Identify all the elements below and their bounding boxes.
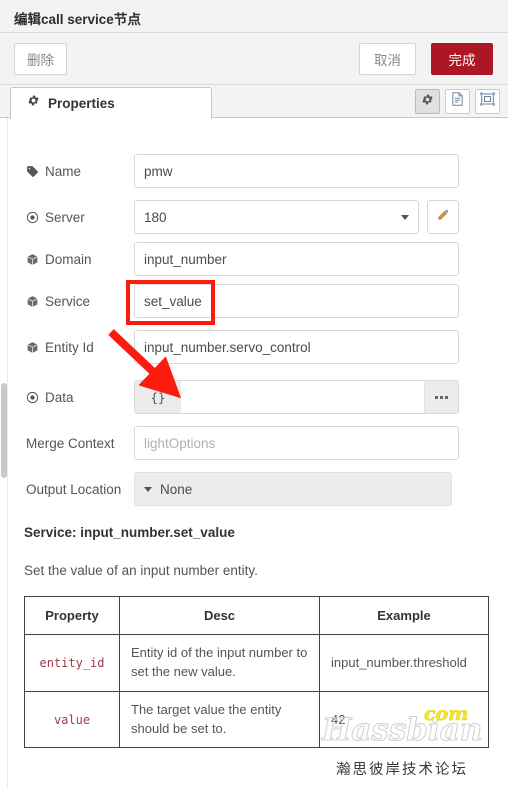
appearance-icon xyxy=(480,92,495,111)
cube-icon xyxy=(26,253,39,266)
cube-icon xyxy=(26,341,39,354)
cell-example: 42 xyxy=(319,690,489,749)
cell-property: value xyxy=(24,690,120,749)
gear-icon xyxy=(27,94,40,112)
service-docs-description: Set the value of an input number entity. xyxy=(24,563,258,578)
done-button[interactable]: 完成 xyxy=(431,43,493,75)
delete-button[interactable]: 删除 xyxy=(14,43,67,75)
dialog-button-bar: 删除 取消 完成 xyxy=(0,33,508,85)
server-select-value: 180 xyxy=(144,209,167,225)
server-select[interactable]: 180 xyxy=(134,200,419,234)
label-entity-id: Entity Id xyxy=(26,330,136,364)
label-name-text: Name xyxy=(45,163,82,179)
cube-icon xyxy=(26,295,39,308)
tag-icon xyxy=(26,165,39,178)
cell-property: entity_id xyxy=(24,634,120,692)
page-title: 编辑call service节点 xyxy=(14,12,141,27)
output-location-select[interactable]: None xyxy=(134,472,452,506)
tab-icon-settings[interactable] xyxy=(415,89,440,114)
scrollbar-thumb[interactable] xyxy=(1,383,7,478)
label-output-location-text: Output Location xyxy=(26,481,122,497)
label-name: Name xyxy=(26,154,136,188)
column-header-property: Property xyxy=(24,596,120,635)
tab-icon-group xyxy=(415,89,500,114)
chevron-down-icon xyxy=(401,215,409,220)
table-row: entity_id Entity id of the input number … xyxy=(24,634,489,692)
table-row: value The target value the entity should… xyxy=(24,690,489,749)
merge-context-input[interactable]: lightOptions xyxy=(134,426,459,460)
service-docs: Service: input_number.set_value Set the … xyxy=(24,525,489,749)
label-data-text: Data xyxy=(45,389,74,405)
data-input[interactable]: {} xyxy=(134,380,459,414)
tab-properties[interactable]: Properties xyxy=(10,87,212,119)
watermark-forum: 瀚思彼岸技术论坛 xyxy=(336,762,468,778)
label-service-text: Service xyxy=(45,293,91,309)
label-entity-id-text: Entity Id xyxy=(45,339,94,355)
domain-input[interactable]: input_number xyxy=(134,242,459,276)
data-type-badge[interactable]: {} xyxy=(135,381,181,413)
service-docs-heading: Service: input_number.set_value xyxy=(24,525,235,540)
column-header-example: Example xyxy=(319,596,489,635)
data-expand-button[interactable] xyxy=(424,381,458,413)
cell-example: input_number.threshold xyxy=(319,634,489,692)
node-edit-dialog: 编辑call service节点 删除 取消 完成 Properties Nam… xyxy=(0,0,508,787)
table-header-row: Property Desc Example xyxy=(24,596,489,635)
label-merge-context-text: Merge Context xyxy=(26,435,115,451)
label-data: Data xyxy=(26,380,136,414)
gear-icon xyxy=(421,93,434,111)
label-merge-context: Merge Context xyxy=(26,426,136,460)
column-header-desc: Desc xyxy=(119,596,320,635)
label-server-text: Server xyxy=(45,209,85,225)
chevron-down-icon xyxy=(144,486,152,492)
service-params-table: Property Desc Example entity_id Entity i… xyxy=(24,596,489,749)
tab-properties-label: Properties xyxy=(48,95,115,111)
cancel-button[interactable]: 取消 xyxy=(359,43,416,75)
service-input[interactable]: set_value xyxy=(134,284,459,318)
tab-icon-description[interactable] xyxy=(445,89,470,114)
ellipsis-icon xyxy=(435,395,448,399)
entity-id-input[interactable]: input_number.servo_control xyxy=(134,330,459,364)
target-icon xyxy=(26,391,39,404)
label-domain: Domain xyxy=(26,242,136,276)
pencil-icon xyxy=(437,208,450,226)
dialog-titlebar: 编辑call service节点 xyxy=(0,0,508,33)
server-edit-button[interactable] xyxy=(427,200,459,234)
description-icon xyxy=(451,92,464,111)
label-service: Service xyxy=(26,284,136,318)
label-output-location: Output Location xyxy=(26,472,136,506)
panel-scrollbar[interactable] xyxy=(0,118,8,787)
tab-icon-appearance[interactable] xyxy=(475,89,500,114)
cell-desc: The target value the entity should be se… xyxy=(119,690,320,749)
label-server: Server xyxy=(26,200,136,234)
cell-desc: Entity id of the input number to set the… xyxy=(119,634,320,692)
dialog-tab-bar: Properties xyxy=(0,85,508,119)
output-location-value: None xyxy=(160,481,193,497)
name-input[interactable]: pmw xyxy=(134,154,459,188)
target-icon xyxy=(26,211,39,224)
label-domain-text: Domain xyxy=(45,251,92,267)
